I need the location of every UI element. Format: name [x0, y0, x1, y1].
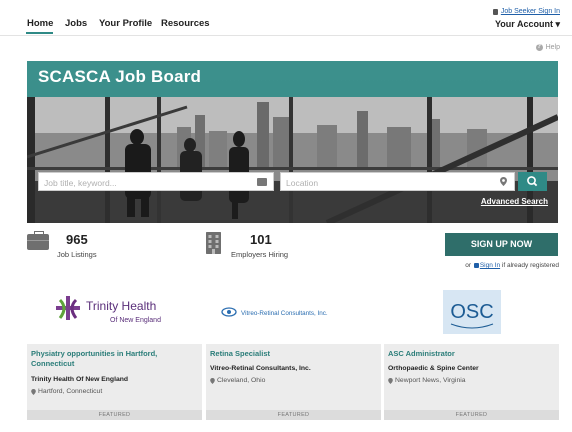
search-icon [527, 176, 538, 187]
location-pin-icon [31, 388, 36, 395]
job-location-text: Hartford, Connecticut [38, 388, 103, 395]
trinity-health-logo[interactable]: Trinity Health Of New England [27, 284, 202, 340]
vitreo-logo-text: Vitreo-Retinal Consultants, Inc. [241, 310, 328, 317]
sign-up-button[interactable]: SIGN UP NOW [445, 233, 558, 256]
job-title-link[interactable]: Physiatry opportunities in Hartford, Con… [31, 349, 199, 369]
job-location: Newport News, Virginia [388, 377, 466, 384]
nav-divider [0, 35, 572, 36]
building-icon [206, 232, 221, 254]
vitreo-logo[interactable]: Vitreo-Retinal Consultants, Inc. [206, 284, 381, 340]
job-title-link[interactable]: Retina Specialist [210, 349, 378, 359]
location-pin-icon [210, 377, 215, 384]
location-pin-icon [500, 177, 507, 186]
nav-resources-link[interactable]: Resources [161, 18, 210, 29]
job-location-text: Cleveland, Ohio [217, 377, 266, 384]
osc-logo-image: OSC [442, 290, 501, 334]
search-bar [38, 172, 548, 191]
employers-label: Employers Hiring [231, 250, 289, 259]
job-listings-label: Job Listings [57, 250, 97, 259]
trinity-logo-line2: Of New England [110, 317, 161, 324]
osc-logo-text: OSC [450, 301, 493, 323]
active-nav-indicator [26, 32, 53, 34]
city-skyline-image [27, 97, 558, 223]
keyword-input[interactable] [44, 176, 244, 189]
briefcase-icon [27, 231, 49, 250]
advanced-search-link[interactable]: Advanced Search [481, 197, 548, 206]
vitreo-logo-image: Vitreo-Retinal Consultants, Inc. [220, 307, 328, 317]
trinity-logo-line1: Trinity Health [86, 299, 156, 313]
keyword-field[interactable] [38, 172, 274, 191]
job-location: Hartford, Connecticut [31, 388, 102, 395]
help-link[interactable]: ? Help [535, 44, 560, 51]
job-seeker-signin-link[interactable]: Job Seeker Sign In [492, 8, 560, 15]
help-icon: ? [535, 44, 543, 51]
location-pin-icon [388, 377, 393, 384]
featured-badge: FEATURED [384, 410, 559, 420]
job-location-text: Newport News, Virginia [395, 377, 466, 384]
nav-profile-link[interactable]: Your Profile [99, 18, 152, 29]
job-title-link[interactable]: ASC Administrator [388, 349, 556, 359]
job-company: Orthopaedic & Spine Center [388, 365, 479, 372]
osc-logo[interactable]: OSC [384, 284, 559, 340]
lock-icon [473, 262, 479, 268]
location-input[interactable] [286, 176, 486, 189]
location-field[interactable] [280, 172, 515, 191]
your-account-menu[interactable]: Your Account ▾ [495, 19, 560, 30]
job-company: Trinity Health Of New England [31, 376, 129, 383]
employers-count: 101 [250, 232, 272, 247]
job-location: Cleveland, Ohio [210, 377, 265, 384]
site-title: SCASCA Job Board [38, 67, 202, 86]
search-button[interactable] [518, 172, 547, 191]
signin-prefix: or [465, 262, 472, 269]
help-label: Help [545, 44, 560, 51]
signin-prompt: or Sign In if already registered [465, 262, 559, 269]
job-card[interactable]: Physiatry opportunities in Hartford, Con… [27, 344, 202, 420]
trinity-health-logo-image: Trinity Health Of New England [55, 296, 161, 324]
job-card[interactable]: Retina Specialist Vitreo-Retinal Consult… [206, 344, 381, 420]
hero-banner: SCASCA Job Board Advanced Search [27, 61, 558, 223]
nav-home-link[interactable]: Home [27, 18, 53, 29]
featured-badge: FEATURED [27, 410, 202, 420]
job-listings-count: 965 [66, 232, 88, 247]
signin-label: Job Seeker Sign In [500, 8, 560, 15]
top-navigation: Home Jobs Your Profile Resources Job See… [0, 0, 572, 36]
lock-icon [492, 8, 498, 15]
nav-jobs-link[interactable]: Jobs [65, 18, 87, 29]
signin-suffix: if already registered [501, 262, 559, 269]
sign-in-link[interactable]: Sign In [480, 262, 500, 269]
briefcase-icon [257, 178, 267, 186]
featured-badge: FEATURED [206, 410, 381, 420]
job-company: Vitreo-Retinal Consultants, Inc. [210, 365, 311, 372]
job-card[interactable]: ASC Administrator Orthopaedic & Spine Ce… [384, 344, 559, 420]
